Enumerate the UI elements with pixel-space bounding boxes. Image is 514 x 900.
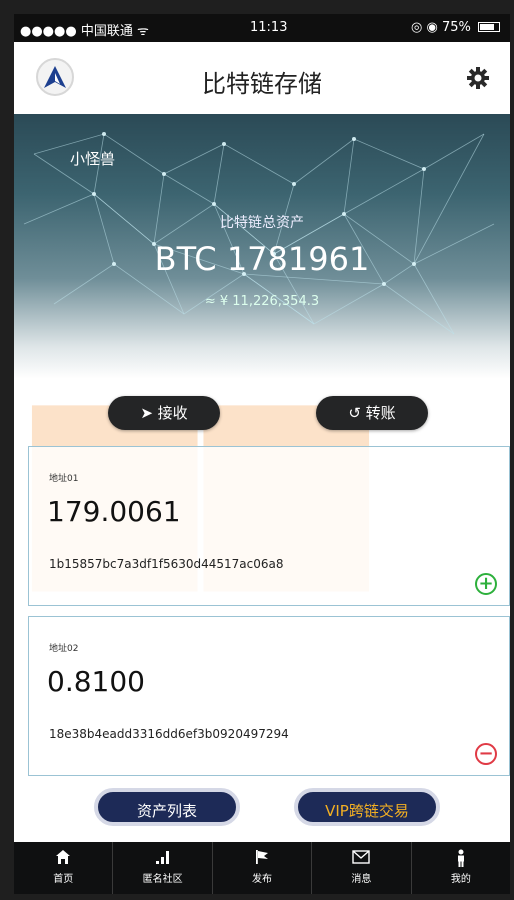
address-card[interactable]: 地址01 179.0061 1b15857bc7a3df1f5630d44517… — [28, 446, 510, 606]
minus-circle-icon[interactable]: − — [475, 743, 497, 765]
total-asset-value: BTC 1781961 — [154, 240, 370, 278]
total-asset-cny: ≈ ¥ 11,226,354.3 — [204, 294, 320, 309]
battery-percent: ◎ ◉ 75% — [411, 20, 471, 35]
carrier-label: ●●●●● 中国联通 ᯤ — [20, 24, 149, 39]
person-icon — [412, 842, 510, 868]
asset-list-button[interactable]: 资产列表 — [94, 788, 240, 826]
gear-icon[interactable] — [464, 64, 492, 92]
mail-icon — [312, 842, 410, 868]
tab-label: 消息 — [351, 874, 372, 885]
flag-icon — [213, 842, 311, 868]
battery-icon — [478, 22, 500, 32]
status-time: 11:13 — [250, 20, 288, 35]
address-card[interactable]: 地址02 0.8100 18e38b4eadd3316dd6ef3b092049… — [28, 616, 510, 776]
app-screen: ●●●●● 中国联通 ᯤ 11:13 ◎ ◉ 75% 比特链存储 小怪兽 比特链… — [14, 14, 510, 894]
address-hash: 1b15857bc7a3df1f5630d44517ac06a8 — [49, 557, 284, 571]
tab-mine[interactable]: 我的 — [412, 842, 510, 894]
bottom-tab-bar: 首页 匿名社区 发布 消息 我的 — [14, 842, 510, 894]
tab-label: 发布 — [252, 874, 273, 885]
asset-hero-banner: 小怪兽 比特链总资产 BTC 1781961 ≈ ¥ 11,226,354.3 — [14, 114, 510, 379]
tab-label: 我的 — [450, 874, 471, 885]
app-header: 比特链存储 — [14, 42, 510, 114]
tab-messages[interactable]: 消息 — [312, 842, 412, 894]
receive-button[interactable]: ➤ 接收 — [108, 396, 220, 430]
page-title: 比特链存储 — [202, 70, 322, 98]
vip-trade-button[interactable]: VIP跨链交易 — [294, 788, 440, 826]
signal-icon — [113, 842, 211, 868]
plus-circle-icon[interactable]: + — [475, 573, 497, 595]
tab-label: 首页 — [53, 874, 74, 885]
address-label: 地址01 — [49, 474, 79, 484]
total-asset-label: 比特链总资产 — [220, 215, 304, 231]
address-amount: 0.8100 — [47, 665, 145, 698]
status-right: ◎ ◉ 75% — [411, 20, 500, 35]
user-nickname: 小怪兽 — [70, 150, 116, 168]
home-icon — [14, 842, 112, 868]
address-amount: 179.0061 — [47, 495, 181, 528]
tab-label: 匿名社区 — [142, 874, 183, 885]
transfer-button[interactable]: ↺ 转账 — [316, 396, 428, 430]
tab-publish[interactable]: 发布 — [213, 842, 313, 894]
status-bar: ●●●●● 中国联通 ᯤ 11:13 ◎ ◉ 75% — [14, 14, 510, 42]
tab-community[interactable]: 匿名社区 — [113, 842, 213, 894]
address-label: 地址02 — [49, 644, 79, 654]
tab-home[interactable]: 首页 — [14, 842, 114, 894]
address-hash: 18e38b4eadd3316dd6ef3b0920497294 — [49, 727, 289, 741]
